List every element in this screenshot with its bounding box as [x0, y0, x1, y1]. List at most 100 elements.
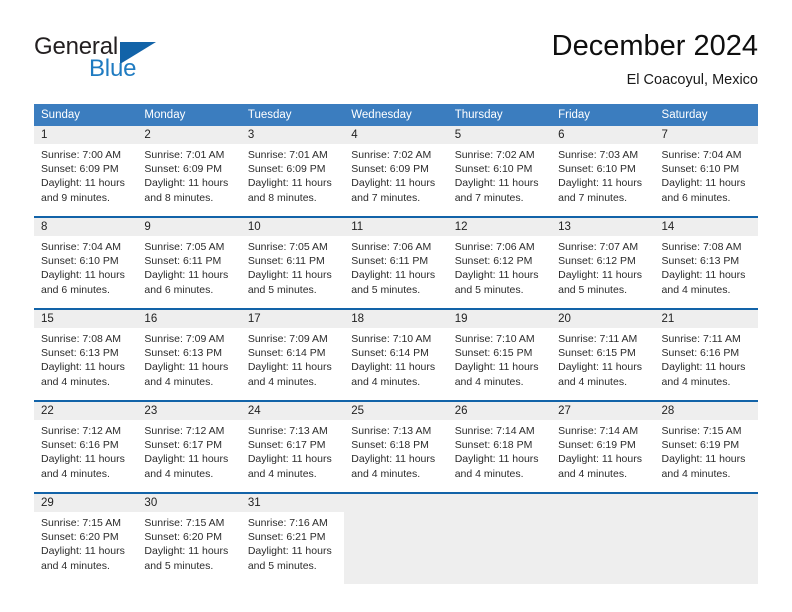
daylight-text-line2: and 4 minutes. — [351, 467, 421, 480]
sunset-text: Sunset: 6:20 PM — [41, 531, 119, 544]
sunset-text: Sunset: 6:18 PM — [454, 439, 533, 452]
daylight-text-line2: and 4 minutes. — [351, 375, 421, 388]
sunset-text: Sunset: 6:15 PM — [558, 347, 636, 360]
daylight-text-line1: Daylight: 11 hours — [454, 453, 539, 466]
day-number: 31 — [240, 494, 345, 512]
day-details: Sunrise: 7:05 AM Sunset: 6:11 PM Dayligh… — [241, 236, 344, 297]
weekday-header-wednesday: Wednesday — [351, 109, 412, 121]
day-cell[interactable]: 22 Sunrise: 7:12 AM Sunset: 6:16 PM Dayl… — [34, 402, 138, 492]
daylight-text-line2: and 5 minutes. — [247, 559, 317, 572]
day-cell-empty — [654, 494, 758, 584]
day-cell[interactable]: 16 Sunrise: 7:09 AM Sunset: 6:13 PM Dayl… — [137, 310, 241, 400]
day-cell[interactable]: 9 Sunrise: 7:05 AM Sunset: 6:11 PM Dayli… — [137, 218, 241, 308]
day-cell[interactable]: 1 Sunrise: 7:00 AM Sunset: 6:09 PM Dayli… — [34, 126, 138, 216]
daylight-text-line1: Daylight: 11 hours — [41, 361, 125, 374]
page-title: December 2024 — [551, 30, 758, 62]
sunrise-text: Sunrise: 7:14 AM — [454, 425, 535, 437]
sunset-text: Sunset: 6:09 PM — [41, 163, 119, 176]
sunrise-text: Sunrise: 7:13 AM — [351, 425, 432, 437]
brand-logo[interactable]: General Blue — [34, 34, 214, 90]
day-cell[interactable]: 19 Sunrise: 7:10 AM Sunset: 6:15 PM Dayl… — [447, 310, 552, 400]
day-cell[interactable]: 20 Sunrise: 7:11 AM Sunset: 6:15 PM Dayl… — [551, 310, 655, 400]
day-cell[interactable]: 25 Sunrise: 7:13 AM Sunset: 6:18 PM Dayl… — [344, 402, 448, 492]
day-cell[interactable]: 3 Sunrise: 7:01 AM Sunset: 6:09 PM Dayli… — [240, 126, 345, 216]
sunset-text: Sunset: 6:17 PM — [247, 439, 326, 452]
daylight-text-line1: Daylight: 11 hours — [661, 269, 746, 282]
day-cell[interactable]: 6 Sunrise: 7:03 AM Sunset: 6:10 PM Dayli… — [551, 126, 655, 216]
day-number: 1 — [34, 126, 138, 144]
day-number: 18 — [344, 310, 448, 328]
sunset-text: Sunset: 6:10 PM — [661, 163, 740, 176]
daylight-text-line1: Daylight: 11 hours — [247, 269, 332, 282]
daylight-text-line1: Daylight: 11 hours — [454, 177, 539, 190]
daylight-text-line2: and 7 minutes. — [351, 191, 421, 204]
day-cell[interactable]: 24 Sunrise: 7:13 AM Sunset: 6:17 PM Dayl… — [240, 402, 345, 492]
day-number: 3 — [240, 126, 345, 144]
daylight-text-line2: and 7 minutes. — [558, 191, 627, 204]
day-cell[interactable]: 28 Sunrise: 7:15 AM Sunset: 6:19 PM Dayl… — [654, 402, 758, 492]
sunrise-text: Sunrise: 7:07 AM — [558, 241, 639, 253]
sunrise-text: Sunrise: 7:12 AM — [41, 425, 121, 437]
sunrise-text: Sunrise: 7:09 AM — [144, 333, 225, 345]
week-row: 22 Sunrise: 7:12 AM Sunset: 6:16 PM Dayl… — [34, 400, 758, 492]
sunset-text: Sunset: 6:13 PM — [144, 347, 223, 360]
day-cell[interactable]: 7 Sunrise: 7:04 AM Sunset: 6:10 PM Dayli… — [654, 126, 758, 216]
daylight-text-line2: and 4 minutes. — [144, 467, 214, 480]
week-row: 15 Sunrise: 7:08 AM Sunset: 6:13 PM Dayl… — [34, 308, 758, 400]
day-details: Sunrise: 7:15 AM Sunset: 6:19 PM Dayligh… — [655, 420, 758, 481]
day-number: 5 — [447, 126, 552, 144]
day-details: Sunrise: 7:04 AM Sunset: 6:10 PM Dayligh… — [34, 236, 137, 297]
day-cell[interactable]: 14 Sunrise: 7:08 AM Sunset: 6:13 PM Dayl… — [654, 218, 758, 308]
day-cell[interactable]: 31 Sunrise: 7:16 AM Sunset: 6:21 PM Dayl… — [240, 494, 345, 584]
weekday-header-tuesday: Tuesday — [247, 109, 292, 121]
day-cell[interactable]: 15 Sunrise: 7:08 AM Sunset: 6:13 PM Dayl… — [34, 310, 138, 400]
day-cell-empty — [447, 494, 552, 584]
day-cell[interactable]: 12 Sunrise: 7:06 AM Sunset: 6:12 PM Dayl… — [447, 218, 552, 308]
daylight-text-line2: and 6 minutes. — [661, 191, 731, 204]
day-cell[interactable]: 21 Sunrise: 7:11 AM Sunset: 6:16 PM Dayl… — [654, 310, 758, 400]
day-cell[interactable]: 10 Sunrise: 7:05 AM Sunset: 6:11 PM Dayl… — [240, 218, 345, 308]
day-cell[interactable]: 2 Sunrise: 7:01 AM Sunset: 6:09 PM Dayli… — [137, 126, 241, 216]
sunrise-text: Sunrise: 7:01 AM — [247, 149, 328, 161]
day-cell[interactable]: 26 Sunrise: 7:14 AM Sunset: 6:18 PM Dayl… — [447, 402, 552, 492]
sunrise-text: Sunrise: 7:08 AM — [661, 241, 742, 253]
day-number: 16 — [137, 310, 241, 328]
sunrise-text: Sunrise: 7:10 AM — [454, 333, 535, 345]
sunrise-text: Sunrise: 7:15 AM — [41, 517, 121, 529]
sunrise-text: Sunrise: 7:04 AM — [661, 149, 742, 161]
day-details: Sunrise: 7:10 AM Sunset: 6:15 PM Dayligh… — [448, 328, 551, 389]
day-cell[interactable]: 13 Sunrise: 7:07 AM Sunset: 6:12 PM Dayl… — [551, 218, 655, 308]
day-number: 15 — [34, 310, 138, 328]
day-cell[interactable]: 17 Sunrise: 7:09 AM Sunset: 6:14 PM Dayl… — [240, 310, 345, 400]
day-cell[interactable]: 8 Sunrise: 7:04 AM Sunset: 6:10 PM Dayli… — [34, 218, 138, 308]
day-details: Sunrise: 7:13 AM Sunset: 6:17 PM Dayligh… — [241, 420, 344, 481]
daylight-text-line1: Daylight: 11 hours — [144, 269, 229, 282]
sunrise-text: Sunrise: 7:15 AM — [661, 425, 742, 437]
sunrise-text: Sunrise: 7:15 AM — [144, 517, 225, 529]
day-cell[interactable]: 11 Sunrise: 7:06 AM Sunset: 6:11 PM Dayl… — [344, 218, 448, 308]
daylight-text-line1: Daylight: 11 hours — [247, 361, 332, 374]
sunrise-text: Sunrise: 7:01 AM — [144, 149, 225, 161]
day-details: Sunrise: 7:04 AM Sunset: 6:10 PM Dayligh… — [655, 144, 758, 205]
daylight-text-line1: Daylight: 11 hours — [144, 177, 229, 190]
day-cell[interactable]: 27 Sunrise: 7:14 AM Sunset: 6:19 PM Dayl… — [551, 402, 655, 492]
day-cell[interactable]: 4 Sunrise: 7:02 AM Sunset: 6:09 PM Dayli… — [344, 126, 448, 216]
sunset-text: Sunset: 6:11 PM — [351, 255, 429, 268]
day-details: Sunrise: 7:09 AM Sunset: 6:14 PM Dayligh… — [241, 328, 344, 389]
day-cell[interactable]: 23 Sunrise: 7:12 AM Sunset: 6:17 PM Dayl… — [137, 402, 241, 492]
daylight-text-line1: Daylight: 11 hours — [351, 269, 436, 282]
sunrise-text: Sunrise: 7:16 AM — [247, 517, 328, 529]
day-cell-empty — [551, 494, 655, 584]
weekday-header-monday: Monday — [144, 109, 186, 121]
sunset-text: Sunset: 6:18 PM — [351, 439, 429, 452]
daylight-text-line1: Daylight: 11 hours — [351, 361, 436, 374]
sunrise-text: Sunrise: 7:11 AM — [558, 333, 638, 345]
sunset-text: Sunset: 6:21 PM — [247, 531, 326, 544]
sunset-text: Sunset: 6:19 PM — [558, 439, 636, 452]
day-cell[interactable]: 18 Sunrise: 7:10 AM Sunset: 6:14 PM Dayl… — [344, 310, 448, 400]
day-cell[interactable]: 29 Sunrise: 7:15 AM Sunset: 6:20 PM Dayl… — [34, 494, 138, 584]
day-cell[interactable]: 30 Sunrise: 7:15 AM Sunset: 6:20 PM Dayl… — [137, 494, 241, 584]
day-number: 28 — [654, 402, 758, 420]
daylight-text-line2: and 7 minutes. — [454, 191, 524, 204]
day-cell[interactable]: 5 Sunrise: 7:02 AM Sunset: 6:10 PM Dayli… — [447, 126, 552, 216]
